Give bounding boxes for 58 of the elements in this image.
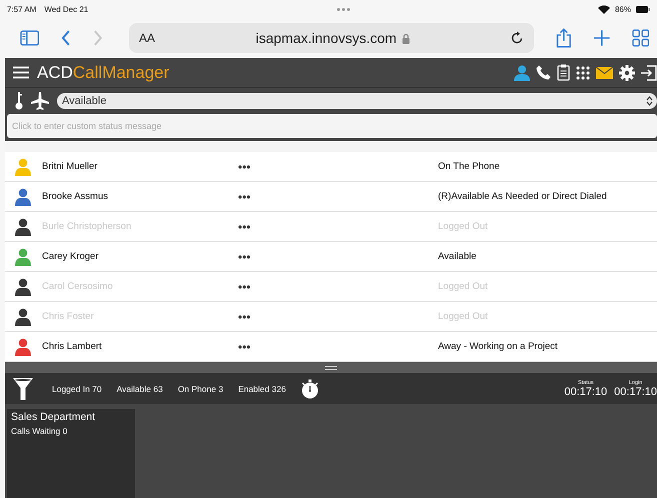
share-icon[interactable]: [556, 28, 572, 48]
settings-icon[interactable]: [619, 64, 635, 80]
status-message-field[interactable]: Click to enter custom status message: [7, 114, 657, 138]
agent-name: Carey Kroger: [42, 251, 100, 262]
envelope-icon[interactable]: [596, 66, 613, 78]
queue-name: Sales Department: [11, 411, 96, 423]
calls-waiting: Calls Waiting 0: [11, 426, 68, 436]
stat-label: On Phone 3: [178, 384, 224, 394]
forward-icon: [93, 30, 103, 46]
tabs-icon[interactable]: [632, 29, 650, 47]
agent-status: Away - Working on a Project: [438, 341, 559, 352]
plus-icon[interactable]: [594, 30, 610, 46]
agent-row[interactable]: Brooke Assmus ••• (R)Available As Needed or Direct Dialed: [5, 182, 657, 212]
key-icon[interactable]: [15, 92, 23, 110]
more-button[interactable]: •••: [238, 190, 438, 204]
filter-icon[interactable]: [13, 378, 33, 400]
agent-status: On The Phone: [438, 161, 501, 172]
clipboard-icon[interactable]: [557, 64, 570, 81]
more-button[interactable]: •••: [238, 340, 438, 354]
sidebar-icon[interactable]: [20, 30, 40, 46]
more-button[interactable]: •••: [238, 250, 438, 264]
airplane-icon[interactable]: [31, 92, 49, 110]
agent-name: Chris Lambert: [42, 341, 103, 352]
app-logo: ACDCallManager: [37, 62, 170, 82]
chevron-icon: [646, 96, 653, 106]
stat-label: Logged In 70: [52, 384, 102, 394]
person-icon[interactable]: [514, 64, 530, 80]
stopwatch-icon[interactable]: [300, 378, 319, 398]
url-text: isapmax.innovsys.com: [256, 30, 397, 46]
text-size-button[interactable]: AA: [138, 31, 155, 45]
logout-icon[interactable]: [641, 64, 657, 80]
wifi-icon: [598, 4, 610, 14]
menu-icon[interactable]: [13, 66, 29, 79]
lock-icon: [402, 32, 410, 44]
timer-value: 00:17:10: [614, 386, 657, 398]
phone-icon[interactable]: [536, 65, 551, 80]
splitter-handle[interactable]: [5, 362, 657, 373]
clock-time: 7:57 AM: [7, 4, 36, 14]
agent-row[interactable]: Carey Kroger ••• Available: [5, 242, 657, 272]
agent-status: Available: [438, 251, 478, 262]
agent-status: (R)Available As Needed or Direct Dialed: [438, 191, 608, 202]
address-bar[interactable]: AA isapmax.innovsys.com: [128, 23, 534, 53]
battery-icon: [636, 6, 650, 12]
multitask-icon[interactable]: [336, 8, 350, 10]
agent-name: Brooke Assmus: [42, 191, 109, 202]
agent-row[interactable]: Britni Mueller ••• On The Phone: [5, 152, 657, 182]
reload-icon[interactable]: [510, 31, 524, 45]
status-dropdown[interactable]: Available: [57, 93, 657, 109]
stat-label: Available 63: [116, 384, 163, 394]
agent-name: Britni Mueller: [42, 161, 98, 172]
date-label: Wed Dec 21: [44, 4, 88, 14]
timer-value: 00:17:10: [564, 386, 608, 398]
stat-label: Enabled 326: [238, 384, 286, 394]
battery-percent: 86%: [614, 4, 631, 14]
agent-row[interactable]: Chris Lambert ••• Away - Working on a Project: [5, 332, 657, 362]
keypad-icon[interactable]: [576, 66, 590, 80]
more-button[interactable]: •••: [238, 160, 438, 174]
back-icon[interactable]: [61, 30, 72, 46]
